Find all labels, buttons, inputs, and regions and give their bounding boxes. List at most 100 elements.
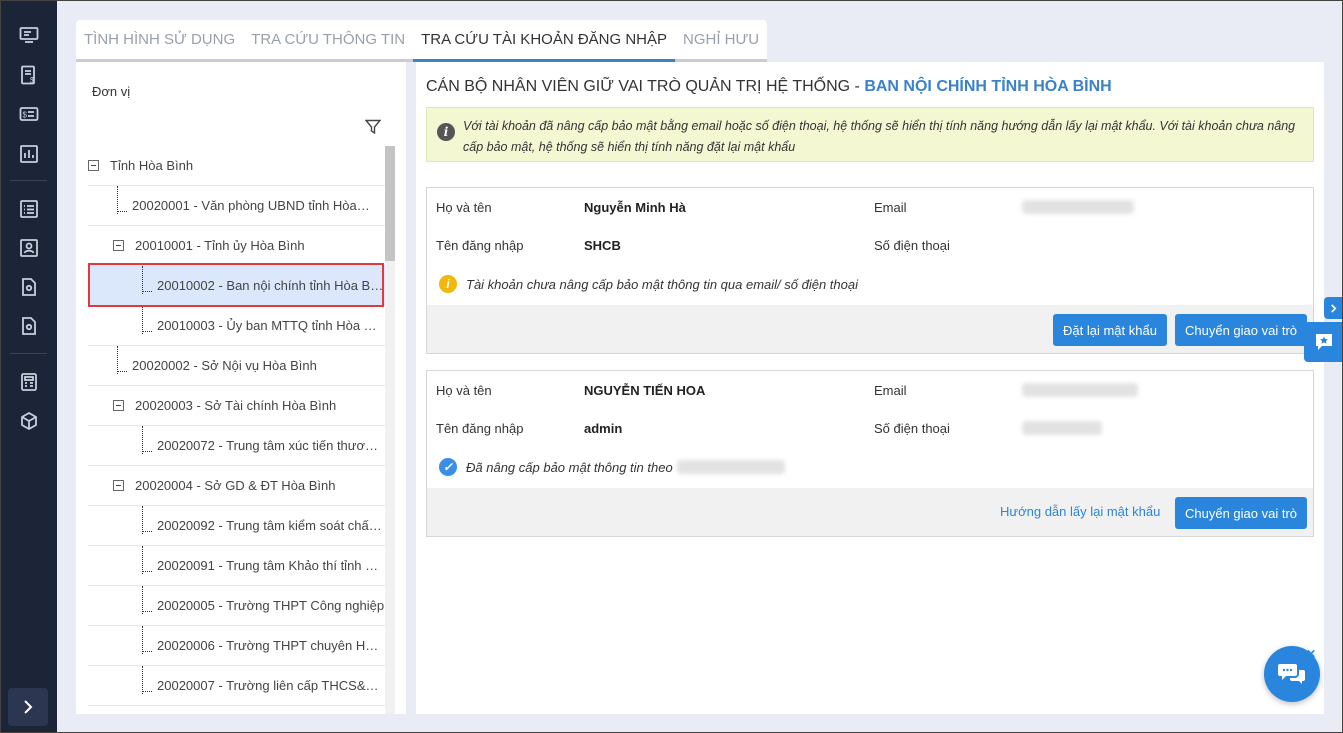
full-name-value: Nguyễn Minh Hà: [584, 200, 686, 215]
side-panel-toggle[interactable]: [1324, 297, 1343, 319]
tree-connector: [142, 651, 152, 652]
tree-connector: [142, 626, 143, 654]
tree-scrollbar[interactable]: [385, 146, 395, 714]
tree-connector: [142, 571, 152, 572]
security-status: ✓ Đã nâng cấp bảo mật thông tin theo: [439, 458, 785, 476]
card-icon[interactable]: $: [18, 103, 40, 125]
close-chat-icon[interactable]: ✕: [1306, 647, 1316, 661]
email-label: Email: [874, 383, 907, 398]
tree-node-label: 20020072 - Trung tâm xúc tiến thương mại: [157, 438, 385, 453]
tree-node[interactable]: 20020002 - Sở Nội vụ Hòa Bình: [88, 346, 385, 386]
tree-connector: [142, 506, 143, 534]
file-settings-icon[interactable]: [18, 315, 40, 337]
username-value: SHCB: [584, 238, 621, 253]
tree-connector: [142, 306, 143, 334]
tree-connector: [142, 331, 152, 332]
account-card: Họ và tên Nguyễn Minh Hà Email Tên đăng …: [426, 187, 1314, 354]
bar-chart-icon[interactable]: [18, 143, 40, 165]
scrollbar-thumb[interactable]: [385, 146, 395, 261]
feedback-button[interactable]: [1304, 322, 1343, 362]
full-name-label: Họ và tên: [436, 200, 492, 215]
chevron-right-icon: [24, 700, 33, 714]
tree-node[interactable]: 20020004 - Sở GD & ĐT Hòa Bình: [88, 466, 385, 506]
tree-node-label: 20020092 - Trung tâm kiểm soát chất lượn…: [157, 518, 385, 533]
tree-connector: [142, 531, 152, 532]
tree-node-label: 20010001 - Tỉnh ủy Hòa Bình: [135, 238, 305, 253]
phone-label: Số điện thoại: [874, 421, 950, 436]
security-note: Đã nâng cấp bảo mật thông tin theo: [466, 459, 673, 475]
tab-lookup-info[interactable]: TRA CỨU THÔNG TIN: [243, 20, 414, 62]
tree-connector: [142, 586, 143, 614]
username-value: admin: [584, 421, 623, 436]
file-gear-icon[interactable]: [18, 276, 40, 298]
unit-name: BAN NỘI CHÍNH TỈNH HÒA BÌNH: [864, 78, 1112, 95]
tree-node-label: 20020002 - Sở Nội vụ Hòa Bình: [132, 358, 317, 373]
tree-connector: [117, 371, 127, 372]
tab-retirement[interactable]: NGHỈ HƯU: [675, 20, 768, 62]
left-nav: $ $: [0, 0, 57, 733]
tree-node[interactable]: 20010001 - Tỉnh ủy Hòa Bình: [88, 226, 385, 266]
tree-node[interactable]: Tỉnh Hòa Bình: [88, 146, 385, 186]
invoice-icon[interactable]: $: [18, 64, 40, 86]
collapse-toggle-icon[interactable]: [113, 400, 124, 411]
tab-bar: TÌNH HÌNH SỬ DỤNG TRA CỨU THÔNG TIN TRA …: [76, 20, 768, 62]
monitor-icon[interactable]: [18, 24, 40, 46]
tree-node-label: 20020005 - Trường THPT Công nghiệp: [157, 598, 385, 613]
tab-usage[interactable]: TÌNH HÌNH SỬ DỤNG: [76, 20, 244, 62]
tree-node-label: 20020007 - Trường liên cấp THCS&THPT: [157, 678, 385, 693]
tree-connector: [142, 546, 143, 574]
transfer-role-button[interactable]: Chuyển giao vai trò: [1175, 314, 1308, 346]
full-name-label: Họ và tên: [436, 383, 492, 398]
collapse-toggle-icon[interactable]: [113, 240, 124, 251]
tree-node[interactable]: 20020003 - Sở Tài chính Hòa Bình: [88, 386, 385, 426]
page-title: CÁN BỘ NHÂN VIÊN GIỮ VAI TRÒ QUẢN TRỊ HỆ…: [426, 78, 1112, 95]
card-actions: Hướng dẫn lấy lại mật khẩu Chuyển giao v…: [427, 488, 1313, 536]
svg-text:$: $: [30, 76, 35, 85]
account-card: Họ và tên NGUYỄN TIẾN HOA Email Tên đăng…: [426, 370, 1314, 537]
tree-node[interactable]: 20020006 - Trường THPT chuyên Hoàng Văn …: [88, 626, 385, 666]
tree-connector: [142, 426, 143, 454]
tree-node[interactable]: 20010003 - Ủy ban MTTQ tỉnh Hòa Bình: [88, 306, 385, 346]
tree-connector: [117, 211, 127, 212]
password-recovery-guide-link[interactable]: Hướng dẫn lấy lại mật khẩu: [1000, 504, 1160, 519]
tree-connector: [142, 666, 143, 694]
email-value-blurred: [1022, 200, 1134, 214]
tree-connector: [142, 691, 152, 692]
tree-node[interactable]: 20020072 - Trung tâm xúc tiến thương mại: [88, 426, 385, 466]
tree-node-label: Tỉnh Hòa Bình: [110, 158, 194, 173]
info-banner: i Với tài khoản đã nâng cấp bảo mật bằng…: [426, 107, 1314, 162]
phone-label: Số điện thoại: [874, 238, 950, 253]
email-value-blurred: [1022, 383, 1138, 397]
tree-node[interactable]: 20020001 - Văn phòng UBND tỉnh Hòa Bình: [88, 186, 385, 226]
tree-node-label: 20020001 - Văn phòng UBND tỉnh Hòa Bình: [132, 198, 372, 213]
filter-icon[interactable]: [365, 119, 381, 135]
list-icon[interactable]: [18, 198, 40, 220]
tree-node[interactable]: 20020005 - Trường THPT Công nghiệp: [88, 586, 385, 626]
collapse-toggle-icon[interactable]: [88, 160, 99, 171]
email-value-blurred: [676, 460, 785, 474]
tree-node[interactable]: 20020092 - Trung tâm kiểm soát chất lượn…: [88, 506, 385, 546]
tree-node-label: 20020003 - Sở Tài chính Hòa Bình: [135, 398, 337, 413]
chevron-right-icon: [1331, 303, 1337, 313]
reset-password-button[interactable]: Đặt lại mật khẩu: [1053, 314, 1167, 346]
cube-icon[interactable]: [18, 410, 40, 432]
tree-connector: [142, 611, 152, 612]
unit-label: Đơn vị: [92, 84, 131, 99]
phone-value-blurred: [1022, 421, 1102, 435]
tree-node-label: 20010003 - Ủy ban MTTQ tỉnh Hòa Bình: [157, 318, 385, 333]
user-card-icon[interactable]: [18, 237, 40, 259]
username-label: Tên đăng nhập: [436, 421, 524, 436]
svg-text:$: $: [23, 111, 28, 120]
feedback-star-icon: [1315, 334, 1332, 350]
tree-node[interactable]: 20020007 - Trường liên cấp THCS&THPT: [88, 666, 385, 706]
unit-tree-panel: Đơn vị Tỉnh Hòa Bình 20020001 - Văn phòng…: [76, 62, 406, 714]
tree-node[interactable]: 20020091 - Trung tâm Khảo thí tỉnh Hòa B…: [88, 546, 385, 586]
transfer-role-button[interactable]: Chuyển giao vai trò: [1175, 497, 1308, 529]
collapse-toggle-icon[interactable]: [113, 480, 124, 491]
expand-nav-button[interactable]: [8, 688, 48, 726]
tab-lookup-login-accounts[interactable]: TRA CỨU TÀI KHOẢN ĐĂNG NHẬP: [413, 20, 675, 62]
email-label: Email: [874, 200, 907, 215]
card-actions: Đặt lại mật khẩu Chuyển giao vai trò: [427, 305, 1313, 353]
calculator-icon[interactable]: [18, 371, 40, 393]
username-label: Tên đăng nhập: [436, 238, 524, 253]
